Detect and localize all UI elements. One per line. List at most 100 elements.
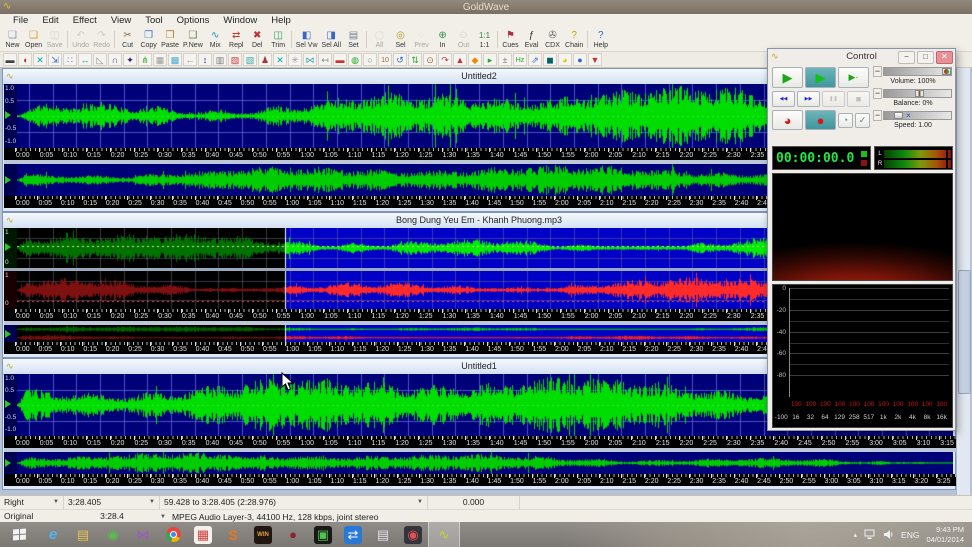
effect-icon-29[interactable]: ⊙ [423, 53, 437, 66]
taskbar-icon-notes-app[interactable]: ▤ [368, 522, 398, 547]
effect-icon-9[interactable]: ✦ [123, 53, 137, 66]
speed-slider-decrease-button[interactable]: − [873, 110, 882, 121]
effect-icon-34[interactable]: ± [498, 53, 512, 66]
effect-icon-1[interactable]: ▬ [3, 53, 17, 66]
effect-icon-35[interactable]: Hz [513, 53, 527, 66]
effect-icon-6[interactable]: ↔ [78, 53, 92, 66]
close-button[interactable]: ✕ [936, 51, 953, 64]
taskbar-icon-teamviewer[interactable]: ⇄ [338, 522, 368, 547]
taskbar-icon-win-app[interactable]: WIN [248, 522, 278, 547]
record-button[interactable]: ◕ [772, 110, 803, 130]
effect-icon-17[interactable]: ▧ [243, 53, 257, 66]
taskbar-icon-maroon-app[interactable]: ● [278, 522, 308, 547]
start-button[interactable] [0, 522, 38, 547]
effect-icon-16[interactable]: ▨ [228, 53, 242, 66]
toolbar-chain-button[interactable]: ? Chain [563, 28, 585, 51]
effect-icon-14[interactable]: ↕ [198, 53, 212, 66]
taskbar-icon-chrome[interactable] [158, 522, 188, 547]
effect-icon-25[interactable]: ○ [363, 53, 377, 66]
effect-icon-22[interactable]: ↤ [318, 53, 332, 66]
language-indicator[interactable]: ENG [901, 530, 919, 540]
toolbar-set-button[interactable]: ▤ Set [343, 28, 364, 51]
effect-icon-36[interactable]: ⇗ [528, 53, 542, 66]
toolbar-paste-button[interactable]: ❒ Paste [159, 28, 181, 51]
menu-item-file[interactable]: File [6, 14, 35, 28]
rewind-button[interactable]: ◀◀ [772, 91, 795, 107]
effect-icon-7[interactable]: ◺ [93, 53, 107, 66]
toolbar-trim-button[interactable]: ◫ Trim [268, 28, 289, 51]
effect-icon-13[interactable]: ← [183, 53, 197, 66]
hidden-icons-button[interactable]: ▴ [854, 531, 858, 539]
selection-field[interactable]: 59.428 to 3:28.405 (2:28.976) ▼ [160, 496, 428, 509]
balance-slider[interactable] [883, 89, 952, 98]
network-icon[interactable] [864, 529, 876, 540]
channel-selector[interactable]: Right ▼ [0, 496, 64, 509]
effect-icon-3[interactable]: ✕ [33, 53, 47, 66]
effect-icon-10[interactable]: ⋔ [138, 53, 152, 66]
taskbar-icon-green-player[interactable]: ◉ [98, 522, 128, 547]
menu-item-help[interactable]: Help [264, 14, 298, 28]
clock[interactable]: 9:43 PM 04/01/2014 [926, 525, 964, 544]
taskbar-icon-internet-explorer[interactable]: e [38, 522, 68, 547]
toolbar-sel-button[interactable]: ◎ Sel [390, 28, 411, 51]
scrollbar-thumb[interactable] [958, 270, 971, 394]
effect-icon-19[interactable]: ✕ [273, 53, 287, 66]
toolbar-open-button[interactable]: ❏ Open [23, 28, 44, 51]
taskbar-icon-sketchup[interactable]: S [218, 522, 248, 547]
effect-icon-32[interactable]: ◆ [468, 53, 482, 66]
effect-icon-11[interactable]: ▦ [153, 53, 167, 66]
effect-icon-12[interactable]: ▩ [168, 53, 182, 66]
effect-icon-39[interactable]: ● [573, 53, 587, 66]
effect-icon-38[interactable]: ◕ [558, 53, 572, 66]
menu-item-tool[interactable]: Tool [138, 14, 169, 28]
effect-icon-15[interactable]: ▥ [213, 53, 227, 66]
menu-item-options[interactable]: Options [170, 14, 217, 28]
record-selection-button[interactable]: ● [805, 110, 836, 130]
overview-strip[interactable] [17, 452, 953, 474]
play-selection-button[interactable]: ▶ [805, 67, 836, 88]
toolbar-sel-all-button[interactable]: ◨ Sel All [320, 28, 343, 51]
effect-icon-26[interactable]: 10 [378, 53, 392, 66]
toolbar-cut-button[interactable]: ✂ Cut [117, 28, 138, 51]
menu-item-window[interactable]: Window [216, 14, 264, 28]
taskbar-icon-file-explorer[interactable]: ▤ [68, 522, 98, 547]
taskbar-icon-photo-viewer[interactable]: ▣ [308, 522, 338, 547]
effect-icon-4[interactable]: ⇲ [48, 53, 62, 66]
toolbar-in-button[interactable]: ⊕ In [432, 28, 453, 51]
effect-icon-30[interactable]: ↷ [438, 53, 452, 66]
speaker-icon[interactable] [883, 529, 894, 540]
balance-slider-thumb[interactable] [914, 90, 924, 97]
toolbar-p-new-button[interactable]: ❑ P.New [181, 28, 205, 51]
effect-icon-2[interactable]: ◖ [18, 53, 32, 66]
menu-item-view[interactable]: View [104, 14, 138, 28]
vertical-scrollbar[interactable] [956, 68, 971, 495]
volume-slider[interactable] [883, 67, 952, 76]
effect-icon-23[interactable]: ▬ [333, 53, 347, 66]
play-to-end-button[interactable]: ▶· [838, 67, 869, 88]
effect-icon-24[interactable]: ◍ [348, 53, 362, 66]
menu-item-effect[interactable]: Effect [66, 14, 104, 28]
toolbar-new-button[interactable]: ❏ New [2, 28, 23, 51]
effect-icon-31[interactable]: ▲ [453, 53, 467, 66]
balance-slider-decrease-button[interactable]: − [873, 88, 882, 99]
toolbar-cues-button[interactable]: ⚑ Cues [500, 28, 521, 51]
toolbar-repl-button[interactable]: ⇄ Repl [226, 28, 247, 51]
effect-icon-18[interactable]: ♟ [258, 53, 272, 66]
effect-icon-28[interactable]: ⇅ [408, 53, 422, 66]
menu-item-edit[interactable]: Edit [35, 14, 65, 28]
play-button[interactable]: ▶ [772, 67, 803, 88]
control-titlebar[interactable]: ∿ Control − □ ✕ [768, 49, 955, 64]
fast-forward-button[interactable]: ▶▶ [797, 91, 820, 107]
toolbar-help-button[interactable]: ? Help [590, 28, 611, 51]
effect-icon-27[interactable]: ↺ [393, 53, 407, 66]
effect-icon-21[interactable]: ⋈ [303, 53, 317, 66]
toolbar-1-1-button[interactable]: 1:1 1:1 [474, 28, 495, 51]
effect-icon-5[interactable]: ∷ [63, 53, 77, 66]
toolbar-sel-vw-button[interactable]: ◧ Sel Vw [294, 28, 320, 51]
volume-slider-decrease-button[interactable]: − [873, 66, 882, 77]
effect-icon-37[interactable]: ◼ [543, 53, 557, 66]
position-field[interactable]: 3:28.405 ▼ [64, 496, 160, 509]
effect-icon-8[interactable]: ∩ [108, 53, 122, 66]
taskbar-icon-red-grid-app[interactable]: ▦ [188, 522, 218, 547]
taskbar-icon-camera-app[interactable]: ◉ [398, 522, 428, 547]
